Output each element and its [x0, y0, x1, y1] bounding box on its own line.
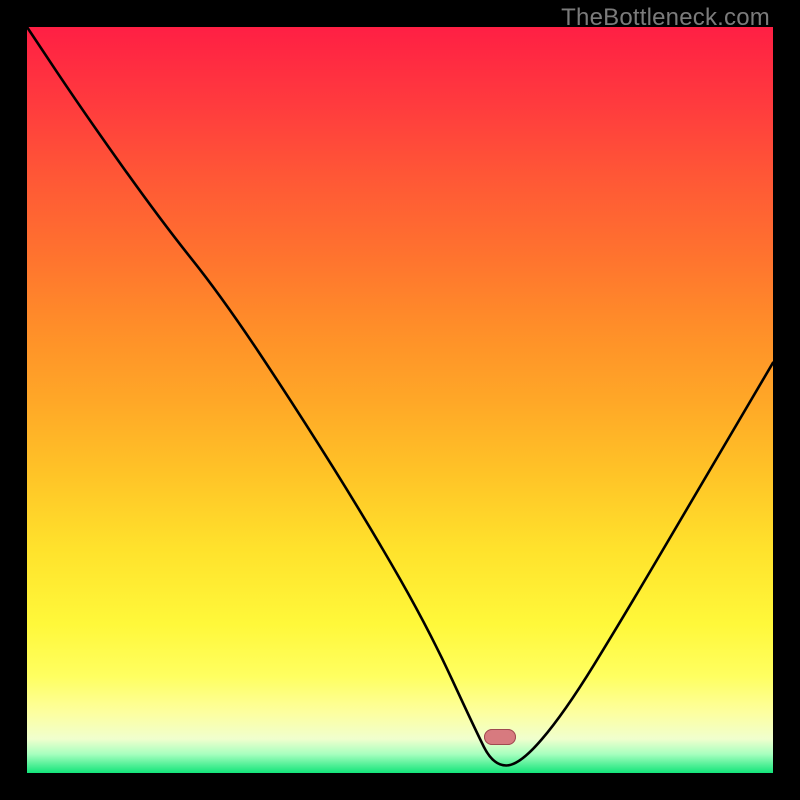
gradient-band — [27, 676, 773, 713]
gradient-band — [27, 475, 773, 550]
gradient-band — [27, 27, 773, 102]
optimum-marker — [484, 729, 516, 745]
gradient-background — [27, 27, 773, 773]
gradient-band — [27, 624, 773, 676]
chart-stage: TheBottleneck.com — [0, 0, 800, 800]
gradient-band — [27, 549, 773, 624]
gradient-band — [27, 325, 773, 400]
gradient-band — [27, 739, 773, 754]
watermark-text: TheBottleneck.com — [561, 4, 770, 32]
gradient-band — [27, 400, 773, 475]
gradient-band — [27, 176, 773, 251]
gradient-band — [27, 251, 773, 326]
gradient-band — [27, 713, 773, 739]
gradient-band — [27, 754, 773, 773]
plot-area — [27, 27, 773, 773]
gradient-band — [27, 102, 773, 177]
